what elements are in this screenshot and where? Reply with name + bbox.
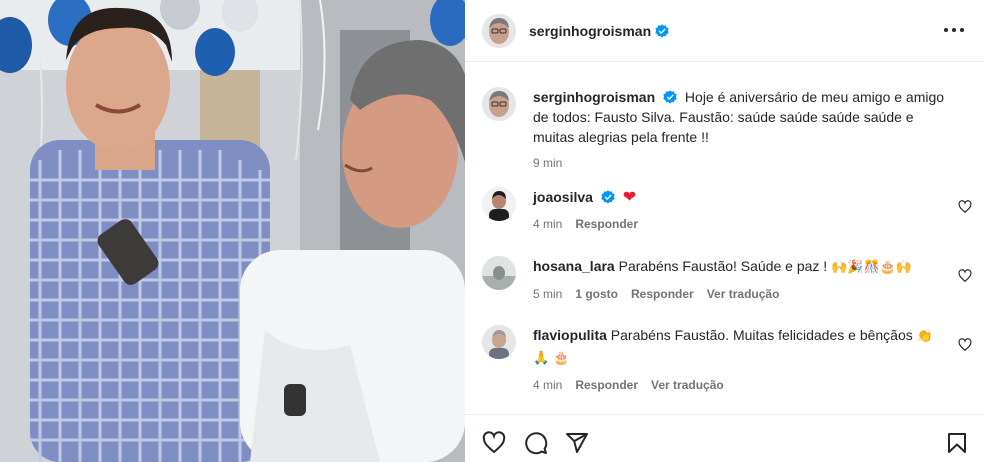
see-translation-button[interactable]: Ver tradução — [707, 284, 780, 304]
comment-icon[interactable] — [524, 431, 548, 455]
post-photo-illustration — [0, 0, 465, 462]
comment-text: Parabéns Faustão. Muitas felicidades e b… — [610, 327, 913, 343]
comment-time[interactable]: 4 min — [533, 214, 562, 234]
author-username[interactable]: serginhogroisman — [529, 23, 651, 39]
comment-text: Parabéns Faustão! Saúde e paz ! — [618, 258, 828, 274]
post-header: serginhogroisman — [465, 0, 984, 62]
comment-body: joaosilva ❤ 4 min Responder — [533, 187, 953, 234]
post-photo[interactable] — [0, 0, 465, 462]
comment-username[interactable]: flaviopulita — [533, 327, 607, 343]
reply-button[interactable]: Responder — [631, 284, 694, 304]
commenter-avatar[interactable] — [482, 325, 516, 359]
like-heart-icon[interactable] — [482, 431, 506, 455]
comment-time[interactable]: 4 min — [533, 375, 562, 395]
like-comment-heart-icon[interactable] — [958, 200, 972, 214]
author-avatar[interactable] — [482, 13, 516, 48]
caption-meta: 9 min — [533, 153, 953, 173]
verified-badge-icon — [663, 90, 677, 104]
comment-body: flaviopulita Parabéns Faustão. Muitas fe… — [533, 325, 953, 395]
reply-button[interactable]: Responder — [575, 375, 638, 395]
likes-count[interactable]: 1 gosto — [575, 284, 618, 304]
more-horizontal-icon — [944, 28, 948, 32]
reply-button[interactable]: Responder — [575, 214, 638, 234]
comment-username[interactable]: hosana_lara — [533, 258, 615, 274]
red-heart-emoji: ❤ — [622, 189, 637, 206]
comment-meta: 4 min Responder Ver tradução — [533, 375, 953, 395]
pray-cake-emojis: 🙏 🎂 — [533, 351, 570, 366]
more-options-button[interactable] — [944, 22, 964, 38]
caption-username[interactable]: serginhogroisman — [533, 89, 655, 105]
caption-time[interactable]: 9 min — [533, 153, 562, 173]
see-translation-button[interactable]: Ver tradução — [651, 375, 724, 395]
verified-badge-icon — [601, 190, 615, 204]
like-comment-heart-icon[interactable] — [958, 338, 972, 352]
clap-emoji: 👏 — [916, 329, 933, 344]
comment-username[interactable]: joaosilva — [533, 189, 593, 205]
comment-emojis: 🙌🎉🎊🎂🙌 — [831, 260, 913, 275]
caption-body: serginhogroisman Hoje é aniversário de m… — [533, 87, 953, 173]
caption-author-avatar[interactable] — [482, 87, 516, 121]
share-icon[interactable] — [565, 431, 589, 455]
like-comment-heart-icon[interactable] — [958, 269, 972, 283]
comments-list[interactable]: serginhogroisman Hoje é aniversário de m… — [465, 62, 984, 414]
comment-body: hosana_lara Parabéns Faustão! Saúde e pa… — [533, 256, 953, 304]
save-bookmark-icon[interactable] — [945, 431, 969, 455]
post-action-bar — [465, 414, 984, 462]
commenter-avatar[interactable] — [482, 256, 516, 290]
commenter-avatar[interactable] — [482, 187, 516, 221]
comment-time[interactable]: 5 min — [533, 284, 562, 304]
post-side-panel: serginhogroisman serginhogroisman Hoje é… — [465, 0, 984, 462]
comment-meta: 4 min Responder — [533, 214, 953, 234]
comment-meta: 5 min 1 gosto Responder Ver tradução — [533, 284, 953, 304]
verified-badge-icon — [655, 23, 669, 38]
